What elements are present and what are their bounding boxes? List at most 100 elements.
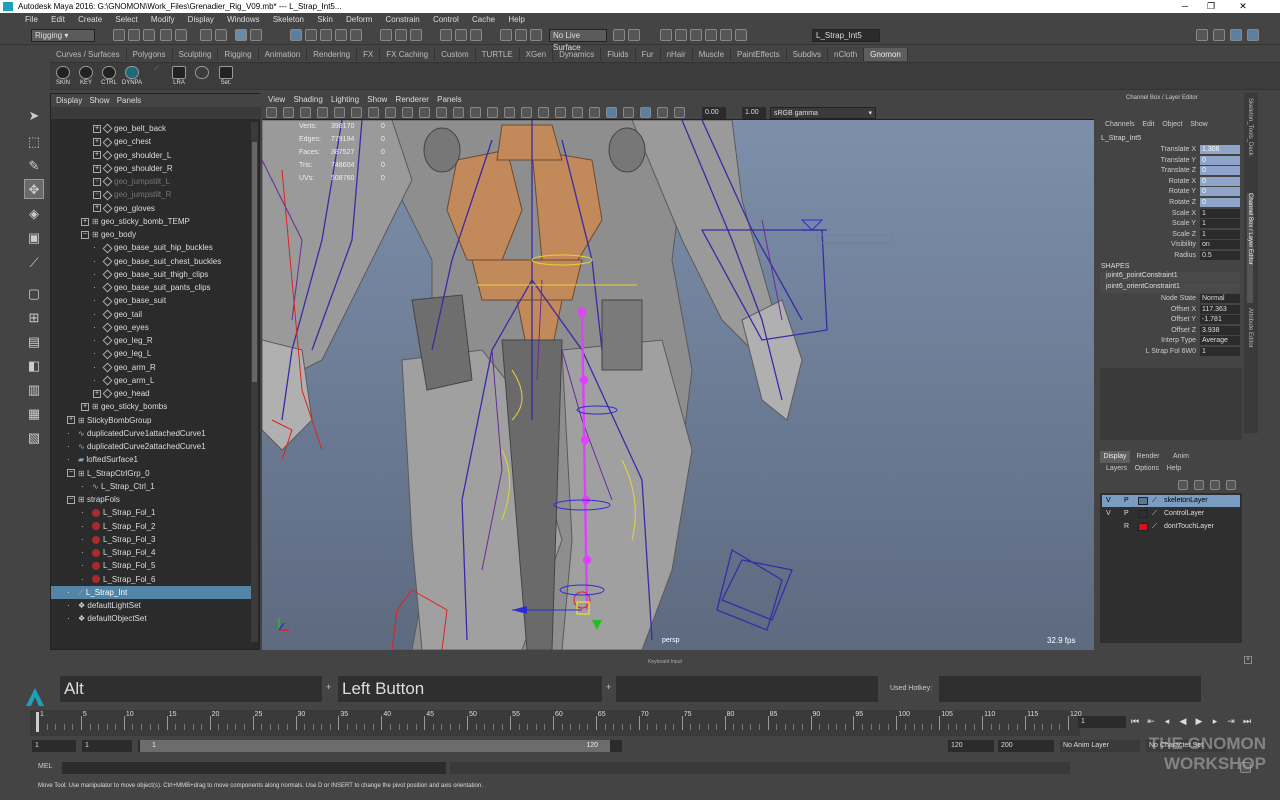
shelf-tab-subdivs[interactable]: Subdivs	[787, 48, 829, 61]
channel-row[interactable]: Translate Y 0	[1098, 155, 1244, 166]
menu-windows[interactable]: Windows	[227, 15, 259, 24]
snap-grid-icon[interactable]	[290, 29, 302, 41]
live-surface-field[interactable]: No Live Surface	[549, 29, 607, 52]
layout-outliner-icon[interactable]: ▥	[24, 380, 44, 400]
collapse-icon[interactable]: −	[67, 495, 75, 504]
render-settings-icon[interactable]	[470, 29, 482, 41]
select-component-icon[interactable]	[235, 29, 247, 41]
channel-row[interactable]: Translate Z 0	[1098, 166, 1244, 176]
menu-create[interactable]: Create	[78, 15, 102, 24]
uv-editor-icon[interactable]	[515, 29, 527, 41]
layer-visibility-toggle[interactable]: V	[1106, 508, 1116, 520]
construction-history-icon[interactable]	[410, 29, 422, 41]
new-layer-selected-icon[interactable]	[1226, 480, 1236, 490]
bookmark-icon[interactable]	[300, 107, 311, 118]
shape-channel-row[interactable]: L Strap Fol 6W0 1	[1098, 347, 1244, 357]
outliner-item[interactable]: · ❖ defaultLightSet	[51, 599, 251, 612]
layout-split-h-icon[interactable]: ▤	[24, 332, 44, 352]
modeling-toolkit-icon[interactable]	[1196, 29, 1208, 41]
outliner-item[interactable]: · L_Strap_Fol_4	[51, 546, 251, 559]
outliner-item[interactable]: · L_Strap_Fol_6	[51, 573, 251, 586]
outliner-menu-show[interactable]: Show	[89, 96, 109, 105]
history-icon[interactable]	[380, 29, 392, 41]
shelf-tab-animation[interactable]: Animation	[259, 48, 308, 61]
channel-value[interactable]: 0	[1200, 155, 1240, 165]
anim-start-field[interactable]: 1	[32, 740, 76, 752]
current-time-marker[interactable]	[36, 712, 39, 732]
outliner-item[interactable]: · geo_base_suit_thigh_clips	[51, 268, 251, 281]
layer-up-icon[interactable]	[1178, 480, 1188, 490]
shelf-tab-rigging[interactable]: Rigging	[218, 48, 259, 61]
expand-icon[interactable]: +	[93, 191, 101, 200]
menu-modify[interactable]: Modify	[151, 15, 175, 24]
new-layer-icon[interactable]	[1210, 480, 1220, 490]
shelf-tab-dynamics[interactable]: Dynamics	[553, 48, 602, 61]
go-to-start-icon[interactable]: ⏮	[1130, 716, 1140, 726]
layer-visibility-toggle[interactable]: V	[1106, 495, 1116, 507]
expand-icon[interactable]: +	[67, 416, 75, 425]
outliner-item[interactable]: + ⊞ geo_sticky_bomb_TEMP	[51, 215, 251, 228]
anti-alias-icon[interactable]	[589, 107, 600, 118]
channel-row[interactable]: Scale Z 1	[1098, 229, 1244, 240]
channel-row[interactable]: Rotate Y 0	[1098, 187, 1244, 197]
hypershade-icon[interactable]	[500, 29, 512, 41]
gate-mask-icon[interactable]	[385, 107, 396, 118]
channel-row[interactable]: Rotate X 0	[1098, 176, 1244, 187]
shelf-tab-fur[interactable]: Fur	[636, 48, 661, 61]
last-tool-icon[interactable]: ⟋	[24, 253, 44, 273]
shelf-key-button[interactable]: KEY	[75, 66, 97, 88]
paint-select-tool-icon[interactable]: ✎	[24, 156, 44, 176]
paint-weights-icon[interactable]	[735, 29, 747, 41]
channel-row[interactable]: Translate X 1.306	[1098, 145, 1244, 155]
outliner-item[interactable]: + ⊞ StickyBombGroup	[51, 414, 251, 427]
shelf-tab-painteffects[interactable]: PaintEffects	[731, 48, 787, 61]
cb-menu-show[interactable]: Show	[1190, 121, 1208, 128]
sculpt-icon[interactable]	[705, 29, 717, 41]
camera-attr-icon[interactable]	[283, 107, 294, 118]
snap-curve-icon[interactable]	[305, 29, 317, 41]
anim-end-field[interactable]: 200	[998, 740, 1054, 752]
layer-menu-help[interactable]: Help	[1167, 465, 1181, 472]
viewport-menu-panels[interactable]: Panels	[437, 95, 461, 104]
outliner-search[interactable]	[51, 107, 261, 119]
mirror-icon[interactable]	[720, 29, 732, 41]
mask-icon[interactable]	[250, 29, 262, 41]
layer-row[interactable]: V P ⟋ skeletonLayer	[1102, 495, 1240, 507]
outliner-item[interactable]: · geo_leg_L	[51, 347, 251, 360]
outliner-item[interactable]: + geo_gloves	[51, 202, 251, 215]
outliner-item[interactable]: − ⊞ strapFols	[51, 493, 251, 506]
outliner-item[interactable]: · geo_base_suit	[51, 294, 251, 307]
channel-value[interactable]: on	[1200, 240, 1240, 250]
shape-channel-row[interactable]: Offset Y -1.781	[1098, 315, 1244, 325]
channel-value[interactable]: 1	[1200, 229, 1240, 239]
step-back-key-icon[interactable]: ⇤	[1146, 716, 1156, 726]
layout-single-icon[interactable]: ▢	[24, 284, 44, 304]
target-field[interactable]: L_Strap_Int5	[812, 29, 880, 42]
expand-icon[interactable]: +	[93, 164, 101, 173]
menu-edit[interactable]: Edit	[51, 15, 65, 24]
outliner-item[interactable]: · L_Strap_Fol_2	[51, 520, 251, 533]
layer-playback-toggle[interactable]: R	[1124, 521, 1134, 533]
soft-select-icon[interactable]	[628, 29, 640, 41]
layer-playback-toggle[interactable]: P	[1124, 495, 1134, 507]
shelf-tab-turtle[interactable]: TURTLE	[476, 48, 520, 61]
field-chart-icon[interactable]	[402, 107, 413, 118]
render-view-icon[interactable]	[675, 29, 687, 41]
playback-end-field[interactable]: 120	[948, 740, 994, 752]
expand-icon[interactable]: +	[93, 204, 101, 213]
select-tool-icon[interactable]: ➤	[24, 106, 44, 126]
shelf-tab-xgen[interactable]: XGen	[520, 48, 554, 61]
outliner-item[interactable]: · geo_eyes	[51, 321, 251, 334]
safe-title-icon[interactable]	[436, 107, 447, 118]
close-icon[interactable]: ×	[1244, 656, 1252, 664]
safe-action-icon[interactable]	[419, 107, 430, 118]
viewport-menu-shading[interactable]: Shading	[293, 95, 322, 104]
exposure-field[interactable]: 0.00	[702, 107, 726, 119]
expand-icon[interactable]: +	[81, 217, 89, 226]
channel-row[interactable]: Rotate Z 0	[1098, 198, 1244, 208]
shape-channel-row[interactable]: Offset Z 3.938	[1098, 325, 1244, 336]
outliner-item[interactable]: + geo_shoulder_R	[51, 162, 251, 175]
layer-row[interactable]: V P ⟋ ControlLayer	[1102, 508, 1240, 520]
expand-icon[interactable]: +	[93, 389, 101, 398]
colorspace-dropdown[interactable]: sRGB gamma ▾	[770, 107, 876, 119]
